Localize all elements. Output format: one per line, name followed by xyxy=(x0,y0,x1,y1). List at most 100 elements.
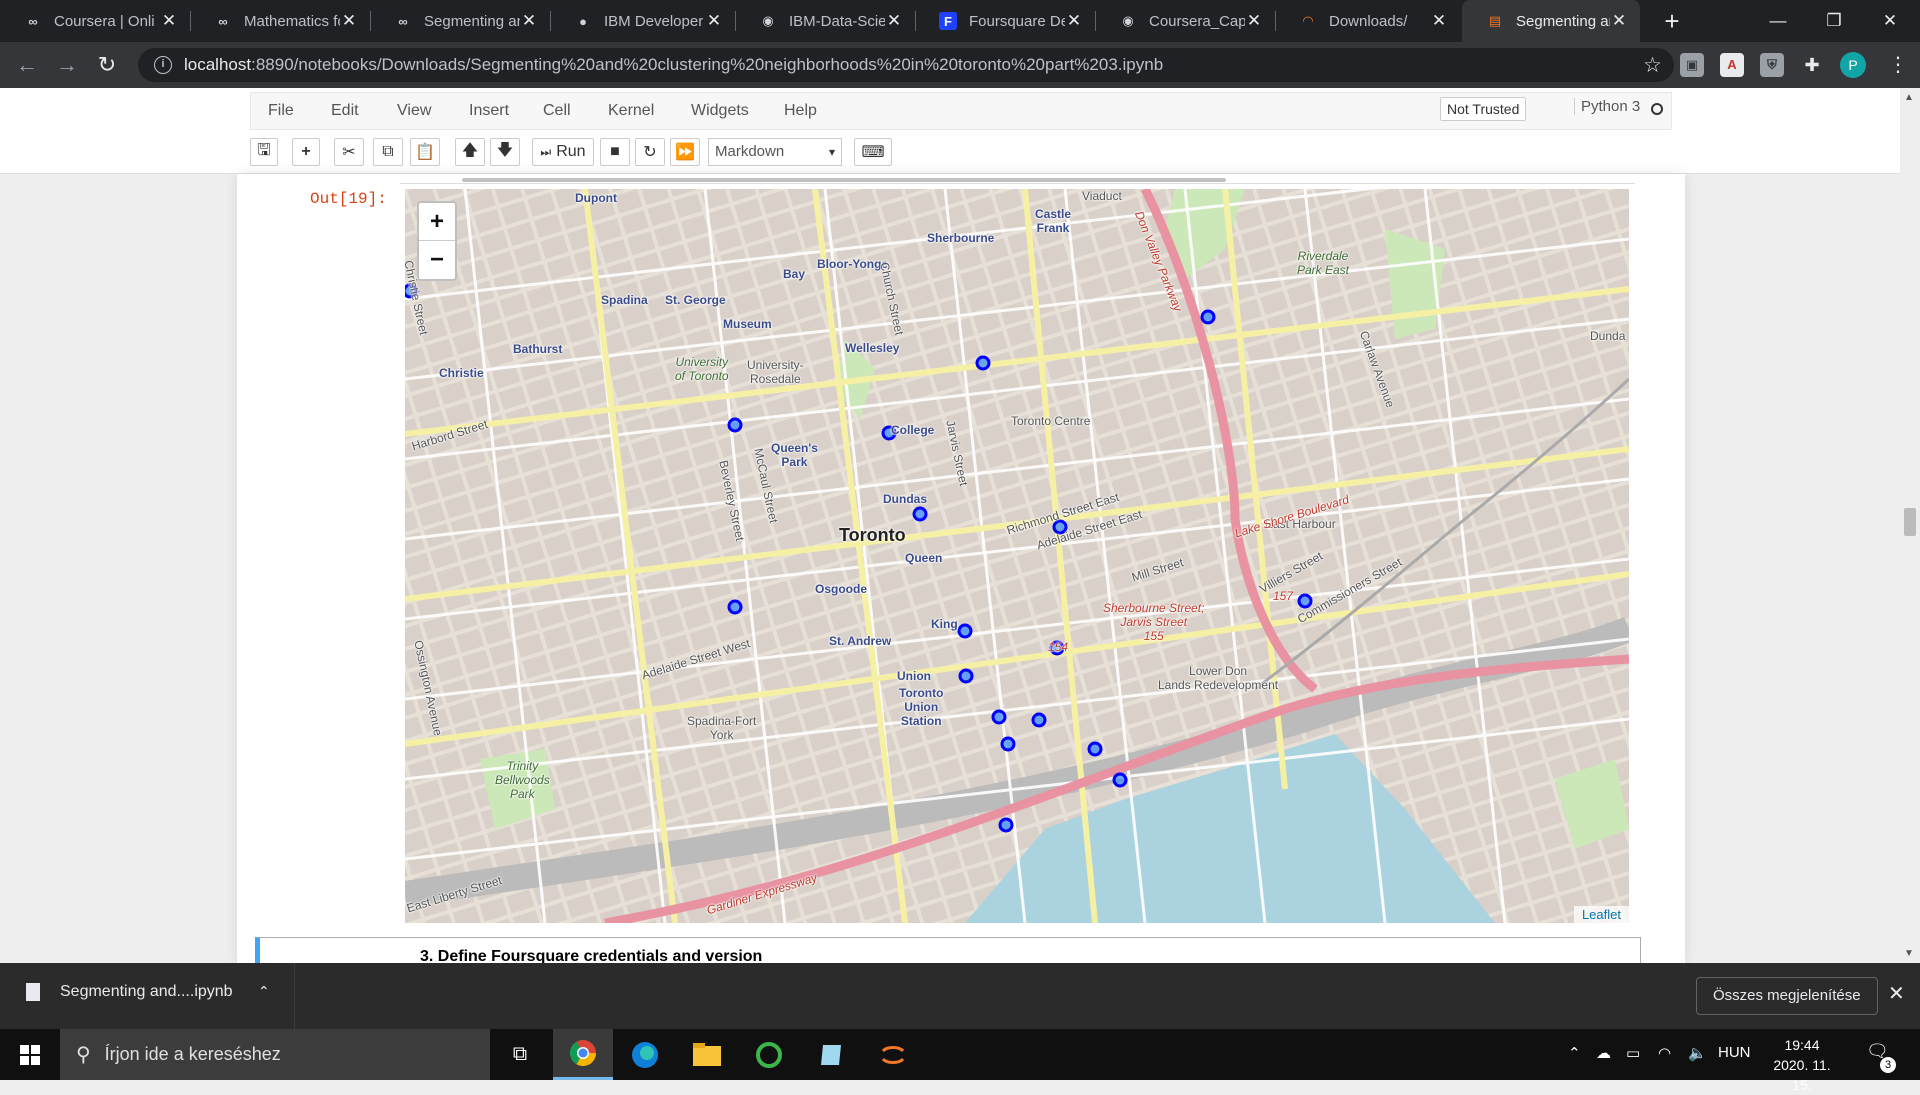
neighborhood-marker[interactable] xyxy=(727,599,743,615)
menu-kebab-icon[interactable]: ⋮ xyxy=(1888,52,1908,78)
profile-avatar[interactable]: P xyxy=(1840,52,1866,78)
close-tab-icon[interactable]: ✕ xyxy=(1065,11,1083,31)
file-explorer-taskbar-icon[interactable] xyxy=(677,1029,737,1080)
minimize-icon[interactable]: — xyxy=(1750,0,1806,42)
chrome-taskbar-icon[interactable] xyxy=(553,1029,613,1080)
browser-tab[interactable]: ◠ Downloads/ ✕ xyxy=(1275,0,1460,42)
menu-kernel[interactable]: Kernel xyxy=(608,102,654,120)
cut-button[interactable]: ✂ xyxy=(334,138,364,166)
browser-tab[interactable]: ● IBM Developer ✕ xyxy=(550,0,735,42)
neighborhood-marker[interactable] xyxy=(991,709,1007,725)
neighborhood-marker[interactable] xyxy=(975,355,991,371)
neighborhood-marker[interactable] xyxy=(912,506,928,522)
close-tab-icon[interactable]: ✕ xyxy=(160,11,178,31)
scroll-down-icon[interactable]: ▼ xyxy=(1904,948,1914,959)
neighborhood-marker[interactable] xyxy=(1112,772,1128,788)
close-tab-icon[interactable]: ✕ xyxy=(705,11,723,31)
menu-widgets[interactable]: Widgets xyxy=(691,102,749,120)
reload-icon[interactable]: ↻ xyxy=(92,50,122,80)
menu-file[interactable]: File xyxy=(268,102,294,120)
next-markdown-cell[interactable]: 3. Define Foursquare credentials and ver… xyxy=(255,937,1641,963)
show-all-downloads-button[interactable]: Összes megjelenítése xyxy=(1696,977,1878,1015)
paste-button[interactable]: 📋 xyxy=(410,138,440,166)
new-tab-button[interactable]: + xyxy=(1657,6,1687,36)
scroll-up-icon[interactable]: ▲ xyxy=(1904,92,1914,103)
extension-icon[interactable]: ▣ xyxy=(1680,53,1704,77)
neighborhood-marker[interactable] xyxy=(1000,736,1016,752)
notes-taskbar-icon[interactable] xyxy=(801,1029,861,1080)
run-button[interactable]: ⏭ Run xyxy=(532,138,594,166)
close-tab-icon[interactable]: ✕ xyxy=(1610,11,1628,31)
show-hidden-icons-icon[interactable]: ⌃ xyxy=(1568,1044,1581,1062)
back-icon[interactable]: ← xyxy=(12,50,42,80)
address-bar[interactable]: i localhost:8890/notebooks/Downloads/Seg… xyxy=(138,48,1674,82)
neighborhood-marker[interactable] xyxy=(958,668,974,684)
menu-cell[interactable]: Cell xyxy=(543,102,571,120)
map-label: Viaduct xyxy=(1082,189,1122,203)
zoom-out-button[interactable]: − xyxy=(419,241,455,279)
copy-button[interactable]: ⧉ xyxy=(373,138,403,166)
puzzle-icon[interactable]: ✚ xyxy=(1800,53,1824,77)
taskbar-search-box[interactable]: ⚲ Írjon ide a kereséshez xyxy=(60,1029,490,1080)
interrupt-button[interactable]: ■ xyxy=(600,138,630,166)
save-button[interactable]: 🖫 xyxy=(250,138,278,166)
neighborhood-marker[interactable] xyxy=(957,623,973,639)
task-view-icon[interactable]: ⧉ xyxy=(490,1029,550,1080)
menu-edit[interactable]: Edit xyxy=(331,102,359,120)
close-window-icon[interactable]: ✕ xyxy=(1862,0,1918,42)
pdf-extension-icon[interactable]: A xyxy=(1720,53,1744,77)
browser-tab[interactable]: ◉ Coursera_Caps ✕ xyxy=(1095,0,1275,42)
leaflet-attribution-link[interactable]: Leaflet xyxy=(1573,906,1629,923)
close-tab-icon[interactable]: ✕ xyxy=(340,11,358,31)
bookmark-star-icon[interactable]: ☆ xyxy=(1643,53,1662,78)
restart-button[interactable]: ↻ xyxy=(635,138,665,166)
info-icon[interactable]: i xyxy=(154,56,172,74)
system-clock[interactable]: 19:44 2020. 11. 15. xyxy=(1762,1035,1842,1095)
jupyter-taskbar-icon[interactable] xyxy=(863,1029,923,1080)
close-tab-icon[interactable]: ✕ xyxy=(1245,11,1263,31)
input-language[interactable]: HUN xyxy=(1718,1044,1751,1061)
app-taskbar-icon[interactable] xyxy=(739,1029,799,1080)
neighborhood-marker[interactable] xyxy=(1200,309,1216,325)
download-item[interactable]: Segmenting and....ipynb xyxy=(26,983,233,1001)
browser-tab[interactable]: ∞ Segmenting an ✕ xyxy=(370,0,550,42)
close-tab-icon[interactable]: ✕ xyxy=(520,11,538,31)
scrollbar-thumb[interactable] xyxy=(1904,508,1916,536)
restore-icon[interactable]: ❐ xyxy=(1806,0,1862,42)
close-tab-icon[interactable]: ✕ xyxy=(1430,11,1448,31)
forward-icon[interactable]: → xyxy=(52,50,82,80)
keyboard-shortcuts-button[interactable]: ⌨ xyxy=(854,138,892,166)
volume-icon[interactable]: 🔈 xyxy=(1688,1044,1707,1062)
insert-cell-button[interactable]: + xyxy=(292,138,320,166)
page-vertical-scrollbar[interactable]: ▲ ▼ xyxy=(1900,88,1920,963)
trusted-indicator[interactable]: Not Trusted xyxy=(1440,97,1527,121)
restart-run-all-button[interactable]: ⏩ xyxy=(670,138,700,166)
zoom-in-button[interactable]: + xyxy=(419,203,455,241)
close-shelf-icon[interactable]: ✕ xyxy=(1888,981,1905,1006)
close-tab-icon[interactable]: ✕ xyxy=(885,11,903,31)
shield-extension-icon[interactable]: ⛨ xyxy=(1760,53,1784,77)
browser-tab[interactable]: ∞ Coursera | Onli ✕ xyxy=(0,0,190,42)
browser-tab[interactable]: F Foursquare Dev ✕ xyxy=(915,0,1095,42)
neighborhood-marker[interactable] xyxy=(998,817,1014,833)
output-horizontal-scrollbar[interactable] xyxy=(400,176,1635,184)
browser-tab[interactable]: ◉ IBM-Data-Scien ✕ xyxy=(735,0,915,42)
browser-tab[interactable]: ∞ Mathematics fo ✕ xyxy=(190,0,370,42)
battery-icon[interactable]: ▭ xyxy=(1626,1044,1640,1062)
browser-tab-active[interactable]: ▤ Segmenting an ✕ xyxy=(1462,0,1640,42)
neighborhood-marker[interactable] xyxy=(1031,712,1047,728)
network-icon[interactable]: ◠ xyxy=(1658,1044,1671,1062)
onedrive-icon[interactable]: ☁ xyxy=(1596,1044,1611,1062)
menu-help[interactable]: Help xyxy=(784,102,817,120)
folium-map[interactable]: + − Dupont Castle Frank Sherbourne Bloor-Yo… xyxy=(405,189,1629,923)
windows-start-button[interactable] xyxy=(0,1029,60,1080)
neighborhood-marker[interactable] xyxy=(1087,741,1103,757)
neighborhood-marker[interactable] xyxy=(727,417,743,433)
cell-type-select[interactable]: Markdown ▾ xyxy=(708,138,842,166)
move-up-button[interactable]: 🡅 xyxy=(455,138,485,166)
edge-taskbar-icon[interactable] xyxy=(615,1029,675,1080)
menu-insert[interactable]: Insert xyxy=(469,102,509,120)
menu-view[interactable]: View xyxy=(397,102,431,120)
move-down-button[interactable]: 🡇 xyxy=(490,138,520,166)
chevron-up-icon[interactable]: ⌃ xyxy=(258,983,270,1000)
